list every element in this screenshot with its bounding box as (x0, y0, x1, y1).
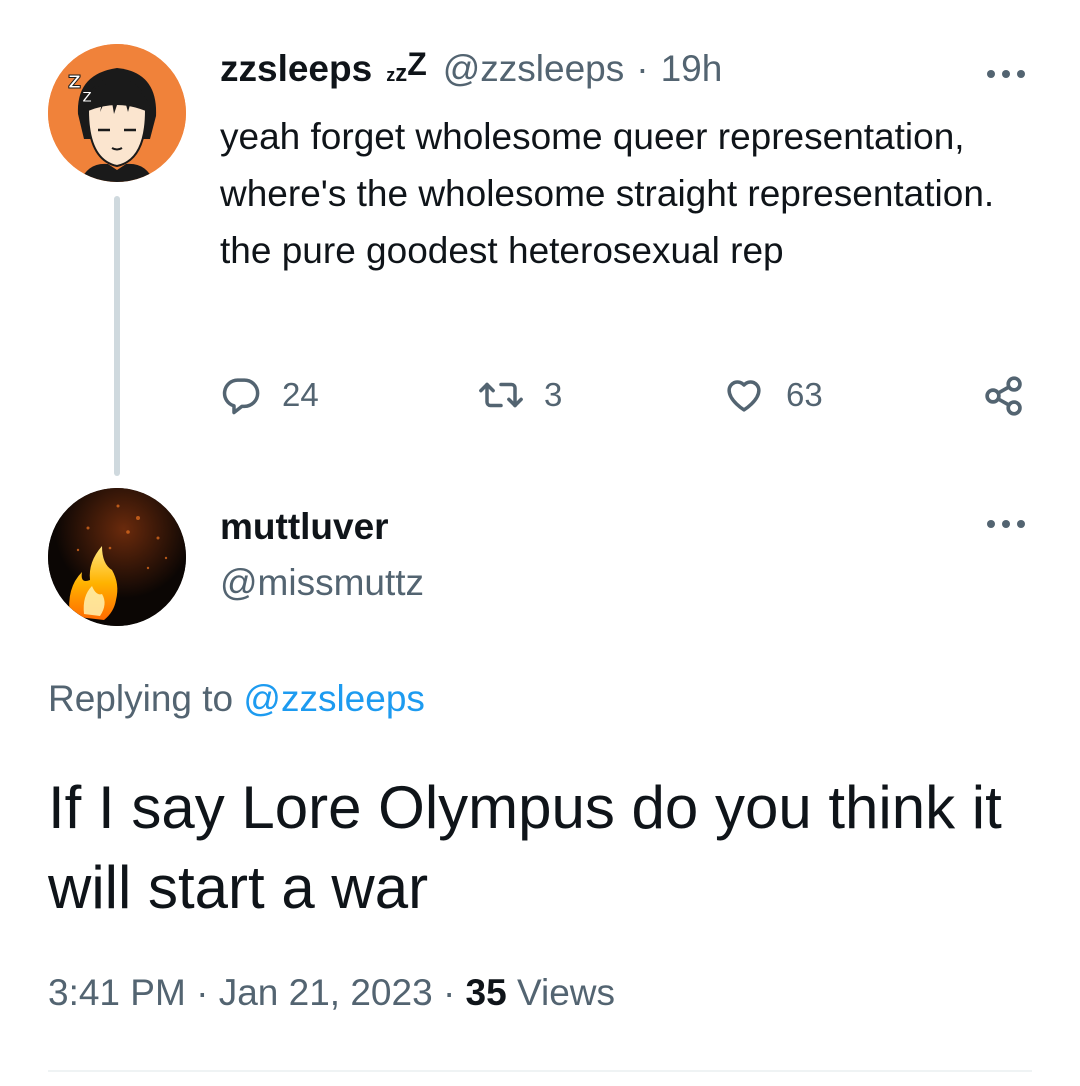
tweet-header: zzsleeps zzZ @zzsleeps · 19h (220, 46, 723, 90)
reply-count: 24 (282, 376, 319, 413)
reply-button[interactable]: 24 (220, 374, 319, 416)
retweet-count: 3 (544, 376, 563, 413)
separator-dot: · (196, 972, 209, 1013)
avatar[interactable]: Z Z (48, 44, 186, 182)
like-count: 63 (786, 376, 823, 413)
heart-icon (727, 380, 761, 412)
tweet-time[interactable]: 3:41 PM (48, 972, 186, 1013)
replying-prefix: Replying to (48, 678, 234, 719)
more-icon[interactable] (982, 514, 1030, 534)
views-label: Views (516, 972, 616, 1013)
separator-dot: · (636, 48, 649, 89)
display-name[interactable]: zzsleeps (220, 48, 372, 90)
tweet-meta: 3:41 PM · Jan 21, 2023 · 35 Views (48, 972, 615, 1014)
separator-dot: · (442, 972, 456, 1013)
thread-line (114, 196, 120, 476)
divider (48, 1070, 1032, 1072)
svg-text:Z: Z (82, 90, 92, 106)
retweet-icon (479, 382, 523, 408)
replying-to: Replying to @zzsleeps (48, 678, 425, 720)
display-name[interactable]: muttluver (220, 506, 389, 548)
replying-mention-link[interactable]: @zzsleeps (243, 678, 425, 719)
share-icon (985, 376, 1022, 416)
fire-dog-avatar-icon (48, 488, 186, 626)
share-button[interactable] (982, 374, 1026, 418)
avatar[interactable] (48, 488, 186, 626)
views-count: 35 (465, 972, 507, 1013)
like-button[interactable]: 63 (722, 374, 823, 416)
user-handle[interactable]: @zzsleeps (443, 48, 625, 90)
tweet-time[interactable]: 19h (661, 48, 723, 90)
retweet-button[interactable]: 3 (478, 374, 562, 416)
svg-text:Z: Z (68, 72, 81, 93)
user-handle[interactable]: @missmuttz (220, 562, 424, 604)
reply-icon (222, 378, 260, 415)
more-icon[interactable] (982, 64, 1030, 84)
tweet-date[interactable]: Jan 21, 2023 (219, 972, 433, 1013)
sleeping-cartoon-avatar-icon: Z Z (48, 44, 186, 182)
zz-badge: zzZ (386, 46, 427, 87)
tweet-text: If I say Lore Olympus do you think it wi… (48, 774, 1002, 921)
tweet-text: yeah forget wholesome queer representati… (220, 116, 995, 271)
